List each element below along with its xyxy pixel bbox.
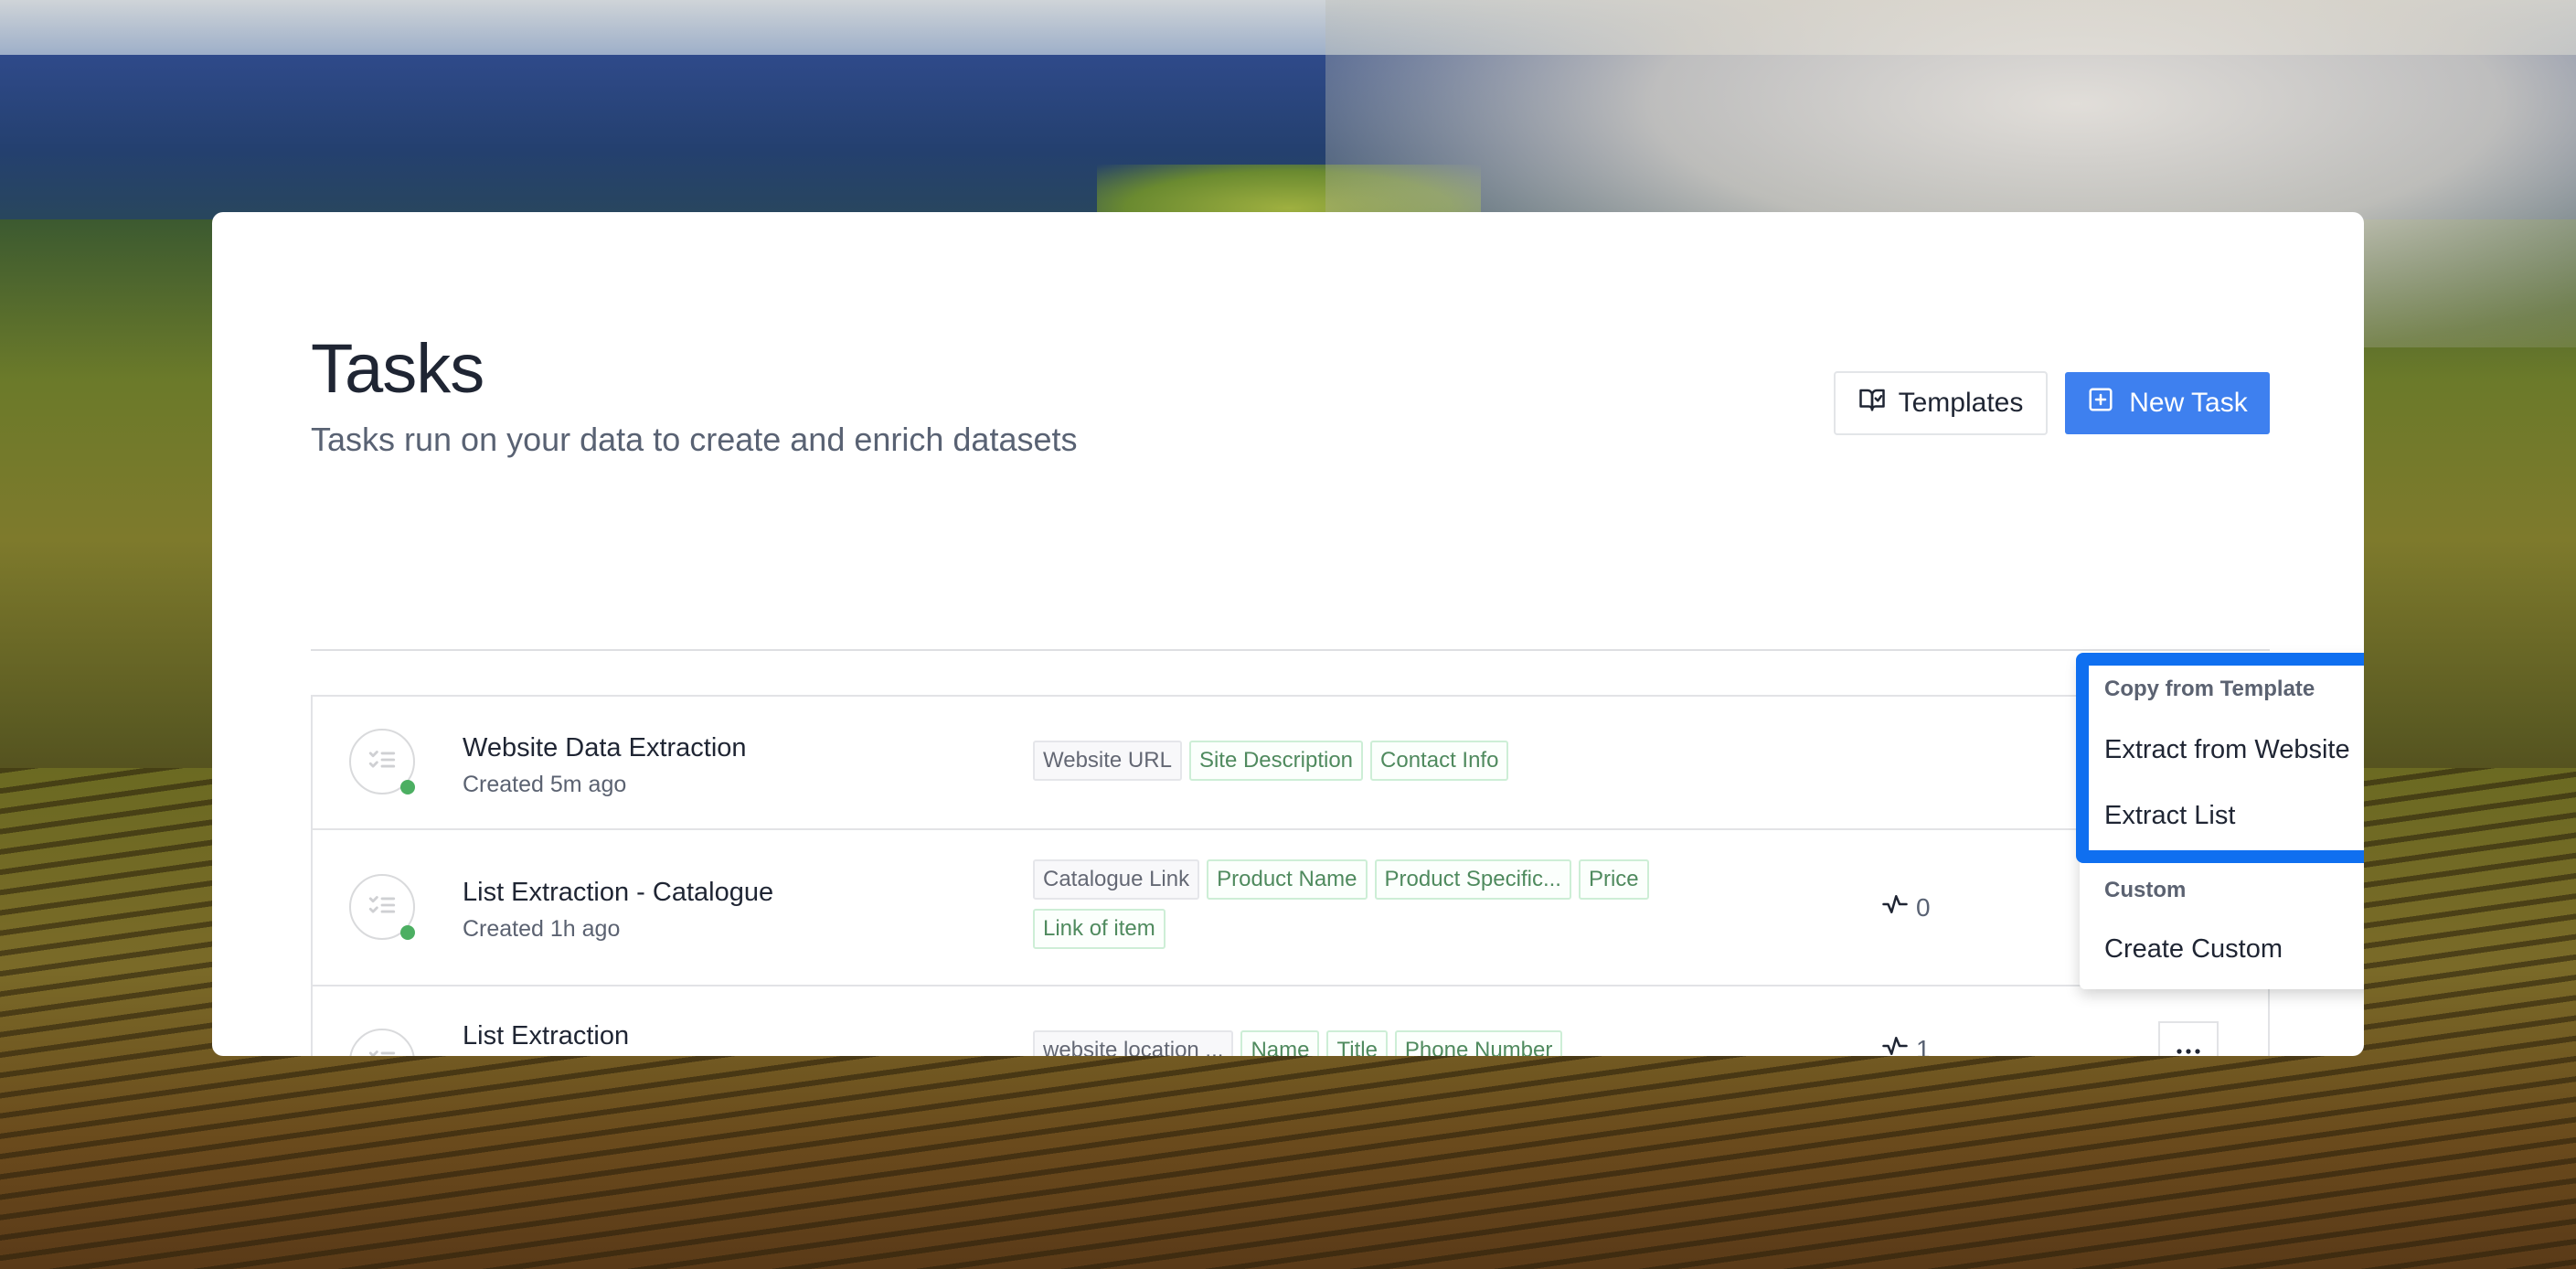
tasks-table: Website Data Extraction Created 5m ago W… <box>311 695 2270 1056</box>
output-tag: Name <box>1240 1030 1320 1056</box>
table-row[interactable]: List Extraction - Catalogue Created 1h a… <box>313 830 2268 986</box>
task-runs-count: 1 <box>1916 1034 1931 1057</box>
menu-item-extract-list[interactable]: Extract List <box>2080 788 2364 843</box>
ellipsis-icon <box>2176 1043 2201 1056</box>
menu-section-label: Copy from Template <box>2104 677 2315 701</box>
menu-item-label: Extract List <box>2104 800 2236 830</box>
menu-item-label: Create Custom <box>2104 933 2283 964</box>
input-tag: website location ... <box>1033 1030 1234 1056</box>
task-name[interactable]: Website Data Extraction <box>463 733 747 763</box>
templates-button-label: Templates <box>1898 388 2024 418</box>
task-tags: website location ... Name Title Phone Nu… <box>1033 1030 1728 1056</box>
new-task-menu: Copy from Template Extract from Website … <box>2076 653 2364 989</box>
new-task-button-label: New Task <box>2129 388 2248 418</box>
list-checks-icon <box>367 744 398 780</box>
task-runs: 1 <box>1881 1032 1931 1056</box>
task-avatar <box>349 1029 415 1056</box>
input-tag: Catalogue Link <box>1033 859 1200 900</box>
list-checks-icon <box>367 890 398 925</box>
task-created: Created 5m ago <box>463 772 627 797</box>
menu-item-label: Extract from Website <box>2104 734 2350 764</box>
table-row[interactable]: Website Data Extraction Created 5m ago W… <box>313 697 2268 830</box>
new-task-button[interactable]: New Task <box>2065 372 2270 434</box>
menu-item-extract-from-website[interactable]: Extract from Website <box>2080 722 2364 777</box>
plus-square-icon <box>2087 386 2114 421</box>
task-name[interactable]: List Extraction <box>463 1021 629 1051</box>
status-dot <box>400 925 415 940</box>
input-tag: Website URL <box>1033 741 1182 781</box>
status-dot <box>400 780 415 794</box>
header-divider <box>311 649 2270 651</box>
output-tag: Contact Info <box>1370 741 1509 781</box>
output-tag: Site Description <box>1188 741 1364 781</box>
output-tag: Phone Number <box>1394 1030 1563 1056</box>
task-created: Created 1h ago <box>463 916 621 942</box>
tasks-panel: Tasks Tasks run on your data to create a… <box>212 212 2364 1056</box>
output-tag: Product Name <box>1207 859 1368 900</box>
task-avatar <box>349 874 415 940</box>
task-runs: 0 <box>1881 890 1931 924</box>
list-checks-icon <box>367 1044 398 1056</box>
templates-button[interactable]: Templates <box>1834 371 2048 435</box>
task-tags: Catalogue Link Product Name Product Spec… <box>1033 859 1728 949</box>
menu-section-label: Custom <box>2104 878 2187 902</box>
page-title: Tasks <box>311 330 484 408</box>
menu-item-create-custom[interactable]: Create Custom <box>2080 922 2364 976</box>
activity-icon <box>1881 1032 1909 1056</box>
task-runs-count: 0 <box>1916 892 1931 922</box>
more-options-button[interactable] <box>2158 1021 2219 1056</box>
output-tag: Price <box>1578 859 1649 900</box>
output-tag: Link of item <box>1033 909 1166 949</box>
page-subtitle: Tasks run on your data to create and enr… <box>311 421 1078 458</box>
task-tags: Website URL Site Description Contact Inf… <box>1033 741 1728 781</box>
task-name[interactable]: List Extraction - Catalogue <box>463 878 773 908</box>
book-check-icon <box>1858 386 1886 421</box>
task-avatar <box>349 729 415 794</box>
table-row[interactable]: List Extraction website location ... Nam… <box>313 986 2268 1056</box>
activity-icon <box>1881 890 1909 924</box>
output-tag: Product Specific... <box>1374 859 1571 900</box>
output-tag: Title <box>1326 1030 1388 1056</box>
